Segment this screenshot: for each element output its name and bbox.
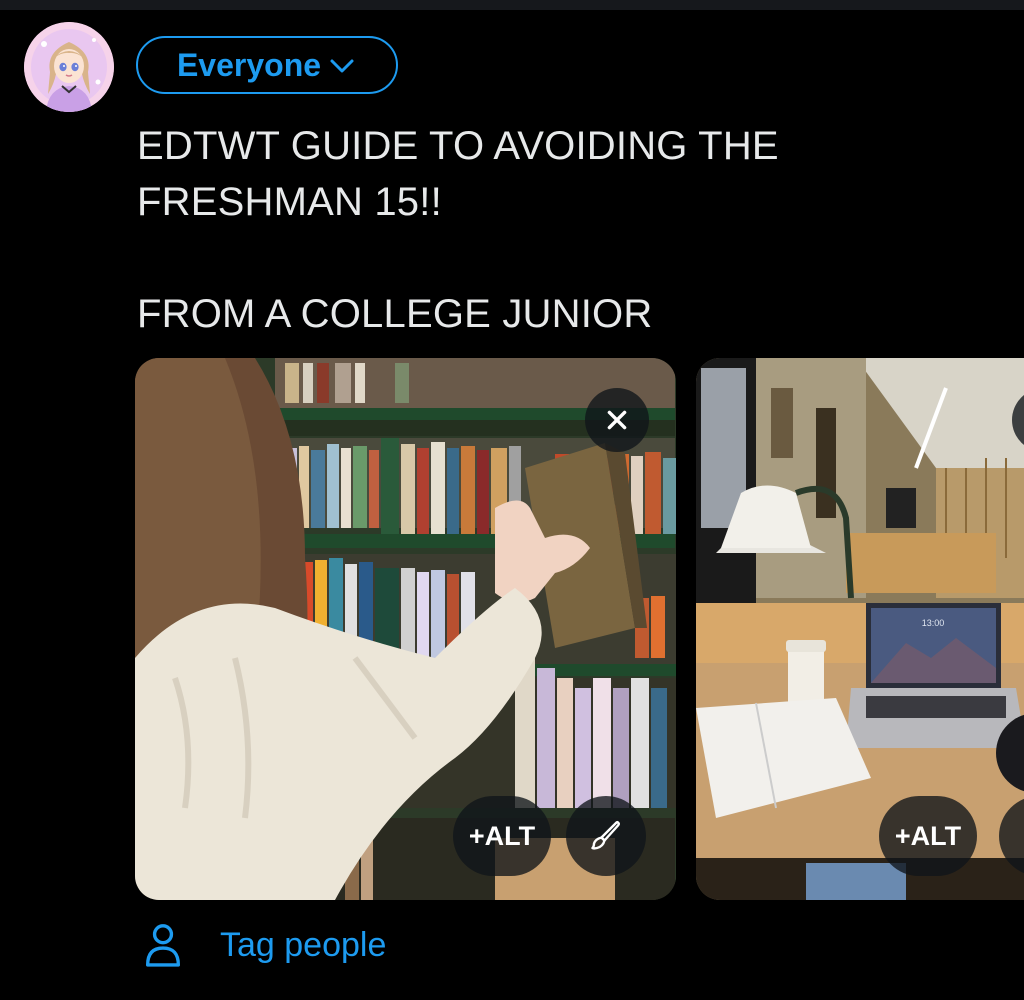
media-attachment-2[interactable]: 13:00 +ALT [696,358,1024,900]
tag-people-button[interactable]: Tag people [144,922,386,968]
avatar-illustration [24,22,114,112]
brush-icon [591,820,620,850]
top-bar [0,0,1024,10]
edit-media-button[interactable] [566,796,646,876]
person-icon [145,924,181,967]
chevron-down-icon [330,59,354,73]
audience-label: Everyone [176,46,322,83]
tag-people-label: Tag people [220,925,387,964]
remove-media-button[interactable] [585,388,649,452]
study-desk-photo: 13:00 [696,358,1024,900]
media-attachment-1[interactable]: +ALT [135,358,676,900]
audience-selector-button[interactable]: Everyone [136,36,398,94]
laptop-clock: 13:00 [922,618,945,628]
add-alt-text-button-2[interactable]: +ALT [879,796,977,876]
close-icon [607,410,627,430]
add-alt-text-button[interactable]: +ALT [453,796,551,876]
tweet-text-input[interactable]: EDTWT GUIDE TO AVOIDING THE FRESHMAN 15!… [137,118,997,342]
avatar[interactable] [24,22,114,112]
